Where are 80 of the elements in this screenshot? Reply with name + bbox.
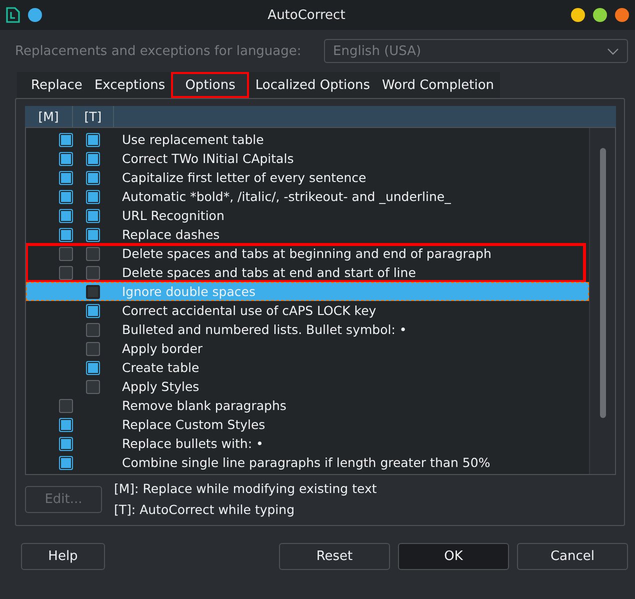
checkbox[interactable] bbox=[86, 284, 100, 298]
tab[interactable]: Exceptions bbox=[88, 72, 172, 98]
checkbox[interactable] bbox=[86, 342, 100, 356]
option-label: Correct TWo INitial CApitals bbox=[121, 151, 294, 166]
tab[interactable]: Localized Options bbox=[249, 72, 376, 98]
option-row[interactable]: Use replacement table bbox=[26, 130, 589, 149]
checkbox[interactable] bbox=[86, 132, 100, 146]
legend-text: [M]: Replace while modifying existing text bbox=[114, 481, 377, 496]
scrollbar[interactable] bbox=[589, 128, 615, 474]
option-row[interactable]: Bulleted and numbered lists. Bullet symbol: • bbox=[26, 320, 589, 339]
checkbox[interactable] bbox=[59, 436, 73, 450]
checkbox[interactable] bbox=[86, 360, 100, 374]
option-label: Automatic *bold*, /italic/, -strikeout- and _underline_ bbox=[121, 189, 451, 204]
checkbox[interactable] bbox=[59, 190, 73, 204]
option-label: Replace dashes bbox=[121, 227, 220, 242]
option-row[interactable]: Apply border bbox=[26, 339, 589, 358]
language-label: Replacements and exceptions for language: bbox=[15, 44, 302, 58]
close-button[interactable] bbox=[615, 8, 629, 22]
option-row[interactable]: Combine single line paragraphs if length greater than 50% bbox=[26, 453, 589, 472]
option-label: Delete spaces and tabs at end and start of line bbox=[121, 265, 416, 280]
option-row[interactable]: Replace bullets with: • bbox=[26, 434, 589, 453]
option-label: Ignore double spaces bbox=[121, 284, 256, 299]
checkbox[interactable] bbox=[86, 322, 100, 336]
checkbox[interactable] bbox=[86, 170, 100, 184]
option-label: Bulleted and numbered lists. Bullet symbol: • bbox=[121, 322, 407, 337]
checkbox[interactable] bbox=[59, 418, 73, 432]
option-row[interactable]: Replace Custom Styles bbox=[26, 415, 589, 434]
option-label: Correct accidental use of cAPS LOCK key bbox=[121, 303, 376, 318]
option-row[interactable]: Create table bbox=[26, 358, 589, 377]
option-row[interactable]: Delete spaces and tabs at beginning and end of paragraph bbox=[26, 244, 585, 263]
checkbox[interactable] bbox=[86, 152, 100, 166]
checkbox[interactable] bbox=[59, 398, 73, 412]
checkbox[interactable] bbox=[59, 132, 73, 146]
option-row[interactable]: Remove blank paragraphs bbox=[26, 396, 589, 415]
minimize-button[interactable] bbox=[571, 8, 585, 22]
checkbox[interactable] bbox=[59, 246, 73, 260]
checkbox[interactable] bbox=[59, 228, 73, 242]
maximize-button[interactable] bbox=[593, 8, 607, 22]
checkbox[interactable] bbox=[59, 170, 73, 184]
checkbox[interactable] bbox=[86, 380, 100, 394]
dialog-button[interactable]: Reset bbox=[279, 542, 390, 570]
option-row[interactable]: Correct accidental use of cAPS LOCK key bbox=[26, 301, 589, 320]
option-label: Capitalize first letter of every sentence bbox=[121, 170, 366, 185]
option-row[interactable]: Automatic *bold*, /italic/, -strikeout- and _underline_ bbox=[26, 187, 589, 206]
checkbox[interactable] bbox=[59, 266, 73, 280]
tab[interactable]: Word Completion bbox=[376, 72, 500, 98]
dialog-button[interactable]: OK bbox=[398, 542, 509, 570]
option-label: Apply border bbox=[121, 341, 203, 356]
option-row[interactable]: Apply Styles bbox=[26, 377, 589, 396]
chevron-down-icon bbox=[607, 48, 619, 54]
window-title: AutoCorrect bbox=[266, 8, 346, 22]
option-label: Apply Styles bbox=[121, 379, 200, 394]
checkbox[interactable] bbox=[59, 456, 73, 470]
dialog-button[interactable]: Help bbox=[21, 542, 105, 570]
option-label: Use replacement table bbox=[121, 132, 264, 147]
checkbox[interactable] bbox=[86, 304, 100, 318]
checkbox[interactable] bbox=[86, 246, 100, 260]
dialog-button[interactable]: Cancel bbox=[517, 542, 628, 570]
app-logo-icon bbox=[6, 7, 20, 23]
option-row[interactable]: Replace dashes bbox=[26, 225, 589, 244]
legend-text: [T]: AutoCorrect while typing bbox=[114, 502, 296, 517]
checkbox[interactable] bbox=[86, 190, 100, 204]
checkbox[interactable] bbox=[86, 208, 100, 222]
tab[interactable]: Replace bbox=[17, 72, 88, 98]
option-label: Delete spaces and tabs at beginning and end of paragraph bbox=[121, 246, 492, 261]
option-label: Replace bullets with: • bbox=[121, 436, 264, 451]
option-label: Replace Custom Styles bbox=[121, 417, 266, 432]
option-label: Combine single line paragraphs if length greater than 50% bbox=[121, 455, 490, 470]
option-row[interactable]: URL Recognition bbox=[26, 206, 589, 225]
option-row[interactable]: Delete spaces and tabs at end and start of line bbox=[26, 263, 585, 282]
option-row[interactable]: Capitalize first letter of every sentence bbox=[26, 168, 589, 187]
checkbox[interactable] bbox=[59, 152, 73, 166]
checkbox[interactable] bbox=[59, 208, 73, 222]
option-row[interactable]: Correct TWo INitial CApitals bbox=[26, 149, 589, 168]
option-label: Remove blank paragraphs bbox=[121, 398, 286, 413]
option-label: Create table bbox=[121, 360, 200, 375]
checkbox[interactable] bbox=[86, 228, 100, 242]
checkbox[interactable] bbox=[86, 266, 100, 280]
tab[interactable]: Options bbox=[171, 72, 250, 98]
option-label: URL Recognition bbox=[121, 208, 224, 223]
